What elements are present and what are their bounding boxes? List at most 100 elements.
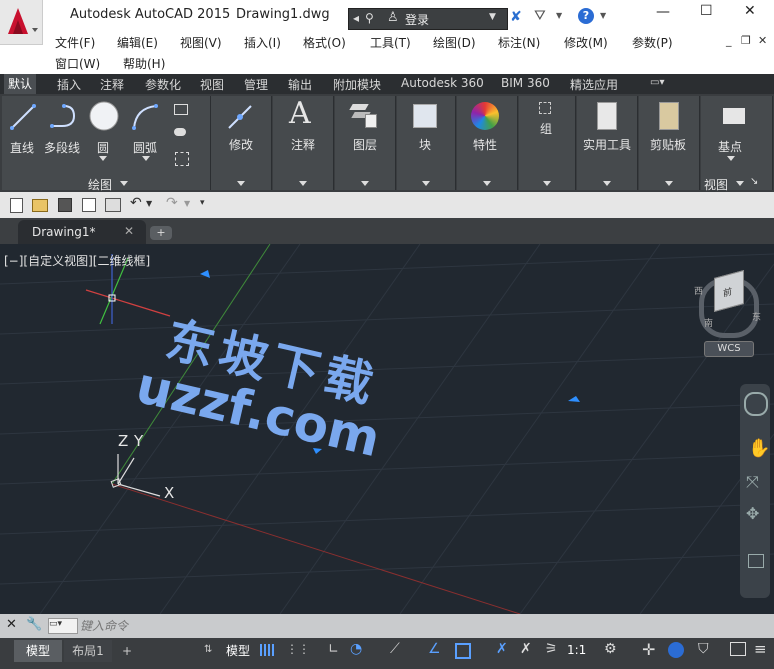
save-icon[interactable] bbox=[58, 198, 72, 212]
panel-launcher-icon[interactable]: ↘ bbox=[750, 176, 758, 187]
chevron-down-icon[interactable]: ▼ bbox=[146, 199, 152, 208]
close-icon[interactable]: ✕ bbox=[6, 617, 17, 632]
tab-layout1[interactable]: 布局1 bbox=[64, 640, 112, 662]
tab-addins[interactable]: 附加模块 bbox=[333, 76, 381, 93]
polyline-icon[interactable] bbox=[48, 102, 82, 132]
tab-drawing1[interactable]: Drawing1* ✕ bbox=[18, 220, 146, 244]
boundary-icon[interactable] bbox=[175, 152, 189, 166]
autodesk-360-icon[interactable]: ⛛ bbox=[534, 8, 546, 24]
grid-icon[interactable] bbox=[260, 644, 274, 656]
menu-parametric[interactable]: 参数(P) bbox=[632, 34, 673, 51]
chevron-down-icon[interactable]: ▼ bbox=[600, 11, 606, 20]
clipboard-panel[interactable]: 剪贴板 bbox=[639, 96, 700, 190]
tab-output[interactable]: 输出 bbox=[288, 76, 312, 93]
chevron-down-icon[interactable] bbox=[237, 181, 245, 186]
ribbon-options-icon[interactable]: ▭▾ bbox=[650, 77, 664, 88]
close-icon[interactable]: ✕ bbox=[124, 224, 134, 238]
steering-wheel-icon[interactable] bbox=[744, 392, 768, 416]
hatch-icon[interactable] bbox=[174, 128, 186, 136]
circle-button[interactable]: 圆 bbox=[97, 139, 109, 156]
tab-bim-360[interactable]: BIM 360 bbox=[501, 76, 550, 90]
line-button[interactable]: 直线 bbox=[10, 139, 34, 156]
orbit-icon[interactable]: ✥ bbox=[746, 504, 759, 523]
tab-insert[interactable]: 插入 bbox=[57, 76, 81, 93]
redo-icon[interactable]: ↷ bbox=[166, 195, 178, 211]
compass-west[interactable]: 西 bbox=[694, 284, 703, 297]
properties-panel[interactable]: 特性 bbox=[457, 96, 518, 190]
workspace-gear-icon[interactable]: ⚙ bbox=[604, 641, 617, 657]
customization-menu-icon[interactable]: ≡ bbox=[754, 640, 767, 658]
tab-model[interactable]: 模型 bbox=[14, 640, 62, 662]
new-tab-button[interactable]: + bbox=[150, 226, 172, 240]
maximize-button[interactable]: ☐ bbox=[700, 3, 713, 19]
arc-button[interactable]: 圆弧 bbox=[133, 139, 157, 156]
showmotion-icon[interactable] bbox=[748, 554, 764, 568]
compass-south[interactable]: 南 bbox=[704, 316, 713, 329]
compass-east[interactable]: 东 bbox=[752, 310, 761, 323]
chevron-down-icon[interactable] bbox=[603, 181, 611, 186]
menu-window[interactable]: 窗口(W) bbox=[55, 55, 100, 72]
print-icon[interactable] bbox=[105, 198, 121, 212]
snap-icon[interactable]: ⋮⋮ bbox=[286, 642, 310, 656]
menu-tools[interactable]: 工具(T) bbox=[370, 34, 411, 51]
isolate-objects-icon[interactable] bbox=[668, 642, 684, 658]
chevron-down-icon[interactable] bbox=[142, 156, 150, 161]
draw-panel-label[interactable]: 绘图 bbox=[88, 176, 112, 193]
minimize-button[interactable]: — bbox=[656, 4, 670, 20]
chevron-down-icon[interactable] bbox=[361, 181, 369, 186]
infocenter-bar[interactable]: ◂ ⚲ ♙ 登录 ▼ bbox=[348, 8, 508, 30]
scale-dropdown[interactable]: 1:1 bbox=[567, 643, 586, 657]
menu-dimension[interactable]: 标注(N) bbox=[498, 34, 540, 51]
tab-view[interactable]: 视图 bbox=[200, 76, 224, 93]
model-space-button[interactable]: 模型 bbox=[226, 640, 262, 662]
annotation-visibility-icon[interactable]: ✗ bbox=[496, 641, 508, 657]
new-file-icon[interactable] bbox=[10, 198, 23, 213]
tab-manage[interactable]: 管理 bbox=[244, 76, 268, 93]
circle-icon[interactable] bbox=[88, 100, 120, 132]
chevron-down-icon[interactable] bbox=[665, 181, 673, 186]
polar-tracking-icon[interactable]: ◔ bbox=[350, 641, 362, 657]
command-history-icon[interactable]: ▭▾ bbox=[48, 618, 78, 634]
menu-draw[interactable]: 绘图(D) bbox=[433, 34, 476, 51]
chevron-down-icon[interactable] bbox=[299, 181, 307, 186]
chevron-down-icon[interactable] bbox=[727, 156, 735, 161]
viewport-controls-label[interactable]: [−][自定义视图][二维线框] bbox=[4, 252, 150, 269]
menu-help[interactable]: 帮助(H) bbox=[123, 55, 165, 72]
view-panel[interactable]: 基点 视图 ↘ bbox=[701, 96, 773, 192]
close-button[interactable]: ✕ bbox=[744, 3, 756, 19]
ortho-icon[interactable]: ∟ bbox=[328, 642, 339, 657]
user-icon[interactable]: ♙ bbox=[387, 10, 399, 25]
wcs-menu[interactable]: WCS bbox=[704, 341, 754, 357]
menu-file[interactable]: 文件(F) bbox=[55, 34, 95, 51]
menu-insert[interactable]: 插入(I) bbox=[244, 34, 281, 51]
menu-view[interactable]: 视图(V) bbox=[180, 34, 222, 51]
menu-modify[interactable]: 修改(M) bbox=[564, 34, 608, 51]
doc-minimize-button[interactable]: _ bbox=[726, 34, 732, 47]
chevron-down-icon[interactable] bbox=[483, 181, 491, 186]
chevron-down-icon[interactable] bbox=[422, 181, 430, 186]
customize-toolbar-icon[interactable]: ▾ bbox=[200, 198, 205, 208]
modify-panel[interactable]: 修改 bbox=[211, 96, 272, 190]
auto-scale-icon[interactable]: ✗ bbox=[520, 641, 532, 657]
binoculars-icon[interactable]: ⚲ bbox=[365, 11, 374, 25]
wrench-icon[interactable]: 🔧 bbox=[26, 617, 42, 632]
tab-home[interactable]: 默认 bbox=[4, 74, 37, 94]
chevron-down-icon[interactable] bbox=[736, 181, 744, 186]
drawing-canvas[interactable]: Z Y X [−][自定义视图][二维线框] 东坡下载 uzzf.com 前 西… bbox=[0, 244, 774, 614]
chevron-down-icon[interactable] bbox=[99, 156, 107, 161]
viewcube[interactable]: 前 西 南 东 bbox=[694, 269, 772, 338]
chevron-down-icon[interactable] bbox=[120, 181, 128, 186]
pan-icon[interactable]: ✋ bbox=[748, 438, 770, 459]
layer-panel[interactable]: 图层 bbox=[335, 96, 396, 190]
add-layout-button[interactable]: + bbox=[122, 644, 132, 658]
object-snap-icon[interactable] bbox=[455, 643, 471, 659]
rectangle-icon[interactable] bbox=[174, 104, 188, 115]
annotation-scale-icon[interactable]: ⚞ bbox=[545, 641, 558, 657]
chevron-down-icon[interactable]: ▼ bbox=[489, 12, 496, 22]
clean-screen-icon[interactable] bbox=[730, 642, 746, 656]
arc-icon[interactable] bbox=[130, 102, 160, 132]
application-menu-button[interactable] bbox=[0, 0, 43, 45]
line-icon[interactable] bbox=[8, 102, 38, 132]
zoom-extents-icon[interactable]: ⤧ bbox=[746, 472, 759, 492]
help-icon[interactable]: ? bbox=[578, 8, 594, 24]
